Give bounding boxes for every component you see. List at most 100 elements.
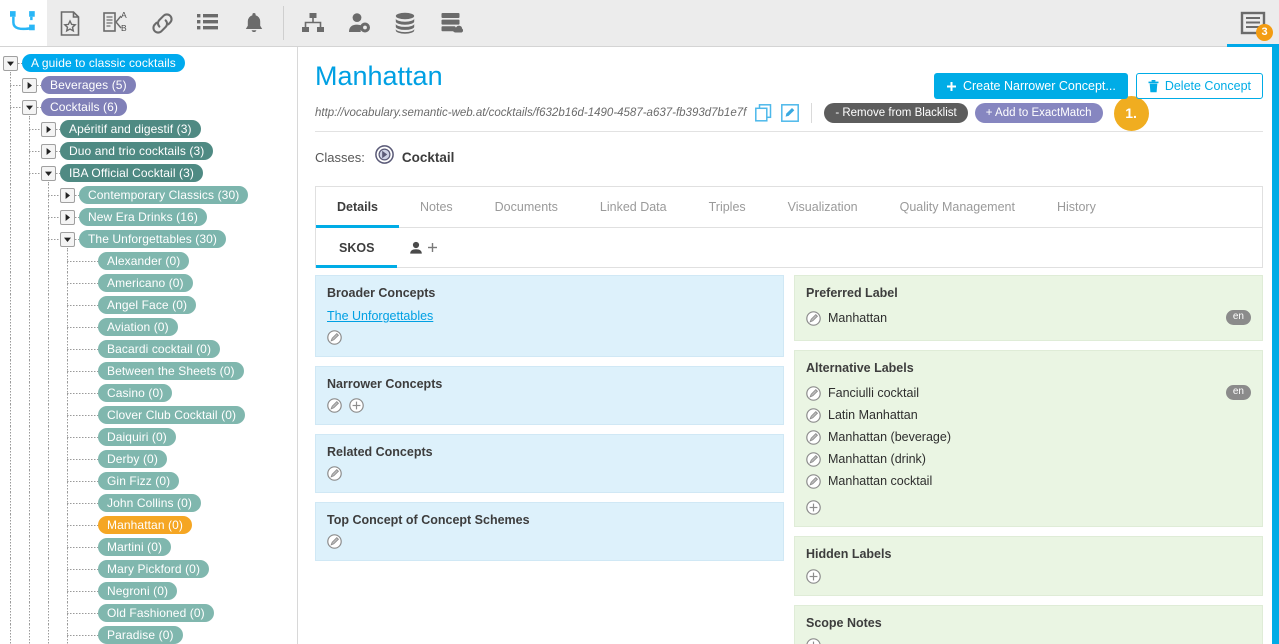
tree-node-label[interactable]: Derby (0)	[98, 450, 167, 468]
pencil-icon[interactable]	[806, 311, 821, 326]
tree-node-label[interactable]: Old Fashioned (0)	[98, 604, 214, 622]
tree-node-label[interactable]: Daiquiri (0)	[98, 428, 176, 446]
tree-node[interactable]: Paradise (0)	[0, 624, 297, 644]
server-cloud-icon[interactable]	[428, 0, 474, 46]
tree-toggle-expand-icon[interactable]	[41, 144, 56, 159]
concept-link[interactable]: The Unforgettables	[327, 309, 433, 323]
tree-node-label[interactable]: Between the Sheets (0)	[98, 362, 244, 380]
pencil-icon[interactable]	[327, 466, 342, 481]
tree-node[interactable]: Bacardi cocktail (0)	[0, 338, 297, 360]
tree-node[interactable]: Old Fashioned (0)	[0, 602, 297, 624]
label-row[interactable]: Fanciulli cocktailen	[806, 382, 1251, 404]
tree-node-label[interactable]: Casino (0)	[98, 384, 172, 402]
pencil-icon[interactable]	[327, 330, 342, 345]
tree-node-label[interactable]: The Unforgettables (30)	[79, 230, 226, 248]
pencil-icon[interactable]	[327, 398, 342, 413]
tab-documents[interactable]: Documents	[474, 187, 579, 227]
tab-history[interactable]: History	[1036, 187, 1117, 227]
tree-node[interactable]: John Collins (0)	[0, 492, 297, 514]
tree-node[interactable]: Apéritif and digestif (3)	[0, 118, 297, 140]
tree-toggle-expand-icon[interactable]	[60, 188, 75, 203]
tree-node[interactable]: The Unforgettables (30)	[0, 228, 297, 250]
tree-node-label[interactable]: Contemporary Classics (30)	[79, 186, 248, 204]
copy-uri-icon[interactable]	[755, 104, 772, 122]
add-to-exactmatch-button[interactable]: + Add to ExactMatch	[975, 103, 1103, 123]
tree-node-label[interactable]: Alexander (0)	[98, 252, 189, 270]
tree-toggle-expand-icon[interactable]	[41, 122, 56, 137]
pencil-icon[interactable]	[806, 452, 821, 467]
concept-tree-panel[interactable]: A guide to classic cocktails Beverages (5…	[0, 47, 298, 644]
tree-toggle-expand-icon[interactable]	[22, 78, 37, 93]
tree-node-label[interactable]: Angel Face (0)	[98, 296, 196, 314]
pencil-icon[interactable]	[806, 474, 821, 489]
label-row[interactable]: Manhattan (drink)	[806, 448, 1251, 470]
tab-visualization[interactable]: Visualization	[767, 187, 879, 227]
tree-node[interactable]: Alexander (0)	[0, 250, 297, 272]
database-icon[interactable]	[382, 0, 428, 46]
tree-node-label[interactable]: Cocktails (6)	[41, 98, 127, 116]
document-star-icon[interactable]	[47, 0, 93, 46]
tree-node-label[interactable]: Gin Fizz (0)	[98, 472, 179, 490]
bell-icon[interactable]	[231, 0, 277, 46]
edit-uri-icon[interactable]	[781, 104, 799, 122]
tree-node-label[interactable]: Bacardi cocktail (0)	[98, 340, 220, 358]
tree-node[interactable]: Mary Pickford (0)	[0, 558, 297, 580]
tree-node[interactable]: Casino (0)	[0, 382, 297, 404]
poolparty-logo-icon[interactable]	[0, 0, 47, 46]
tree-toggle-collapse-icon[interactable]	[3, 56, 18, 71]
tree-node[interactable]: Duo and trio cocktails (3)	[0, 140, 297, 162]
link-icon[interactable]	[139, 0, 185, 46]
label-row[interactable]: Manhattan cocktail	[806, 470, 1251, 492]
tree-node-label[interactable]: IBA Official Cocktail (3)	[60, 164, 203, 182]
tree-node-label[interactable]: Manhattan (0)	[98, 516, 192, 534]
tree-node-label[interactable]: Duo and trio cocktails (3)	[60, 142, 213, 160]
tab-linked-data[interactable]: Linked Data	[579, 187, 688, 227]
plus-icon[interactable]	[806, 638, 821, 644]
tree-node-label[interactable]: Beverages (5)	[41, 76, 136, 94]
tree-node-label[interactable]: A guide to classic cocktails	[22, 54, 185, 72]
tree-node-label[interactable]: Mary Pickford (0)	[98, 560, 209, 578]
tree-toggle-collapse-icon[interactable]	[60, 232, 75, 247]
tree-node-label[interactable]: Paradise (0)	[98, 626, 183, 644]
tree-toggle-collapse-icon[interactable]	[41, 166, 56, 181]
tree-node[interactable]: Manhattan (0)	[0, 514, 297, 536]
tree-node[interactable]: Derby (0)	[0, 448, 297, 470]
user-settings-icon[interactable]	[336, 0, 382, 46]
pencil-icon[interactable]	[806, 408, 821, 423]
tab-triples[interactable]: Triples	[688, 187, 767, 227]
document-ab-icon[interactable]: A B	[93, 0, 139, 46]
tree-node-label[interactable]: Apéritif and digestif (3)	[60, 120, 201, 138]
create-narrower-concept-button[interactable]: Create Narrower Concept...	[934, 73, 1128, 99]
tree-node-label[interactable]: Clover Club Cocktail (0)	[98, 406, 245, 424]
tree-node[interactable]: New Era Drinks (16)	[0, 206, 297, 228]
plus-icon[interactable]	[806, 500, 821, 515]
tree-node[interactable]: Contemporary Classics (30)	[0, 184, 297, 206]
tree-node[interactable]: Beverages (5)	[0, 74, 297, 96]
tree-node-label[interactable]: New Era Drinks (16)	[79, 208, 207, 226]
tree-node-label[interactable]: John Collins (0)	[98, 494, 201, 512]
tree-node[interactable]: Americano (0)	[0, 272, 297, 294]
tree-node[interactable]: Gin Fizz (0)	[0, 470, 297, 492]
hierarchy-icon[interactable]	[290, 0, 336, 46]
tree-node[interactable]: A guide to classic cocktails	[0, 52, 297, 74]
label-row[interactable]: Manhattan (beverage)	[806, 426, 1251, 448]
notifications-panel-button[interactable]: 3	[1227, 0, 1279, 46]
tree-node[interactable]: IBA Official Cocktail (3)	[0, 162, 297, 184]
tree-node-label[interactable]: Negroni (0)	[98, 582, 177, 600]
delete-concept-button[interactable]: Delete Concept	[1136, 73, 1263, 99]
tab-notes[interactable]: Notes	[399, 187, 474, 227]
tree-node[interactable]: Negroni (0)	[0, 580, 297, 602]
tree-node[interactable]: Clover Club Cocktail (0)	[0, 404, 297, 426]
remove-from-blacklist-button[interactable]: - Remove from Blacklist	[824, 103, 967, 123]
plus-icon[interactable]	[349, 398, 364, 413]
pencil-icon[interactable]	[806, 386, 821, 401]
tree-toggle-collapse-icon[interactable]	[22, 100, 37, 115]
tab-quality-management[interactable]: Quality Management	[879, 187, 1036, 227]
label-row[interactable]: Manhattanen	[806, 307, 1251, 329]
tab-details[interactable]: Details	[316, 187, 399, 227]
add-custom-scheme-button[interactable]	[397, 228, 450, 267]
pencil-icon[interactable]	[806, 430, 821, 445]
tree-node[interactable]: Angel Face (0)	[0, 294, 297, 316]
tree-node-label[interactable]: Aviation (0)	[98, 318, 178, 336]
tree-node[interactable]: Cocktails (6)	[0, 96, 297, 118]
